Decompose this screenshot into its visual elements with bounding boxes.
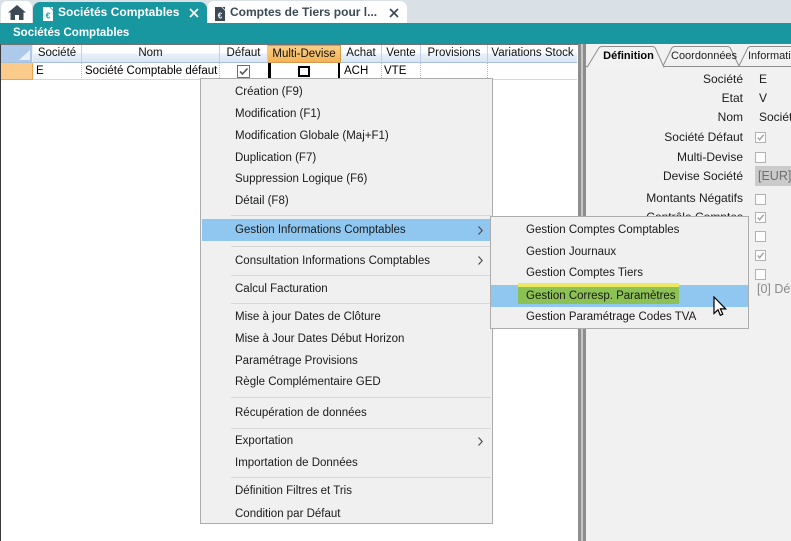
- svg-text:€: €: [46, 12, 51, 21]
- svg-text:€: €: [218, 12, 223, 21]
